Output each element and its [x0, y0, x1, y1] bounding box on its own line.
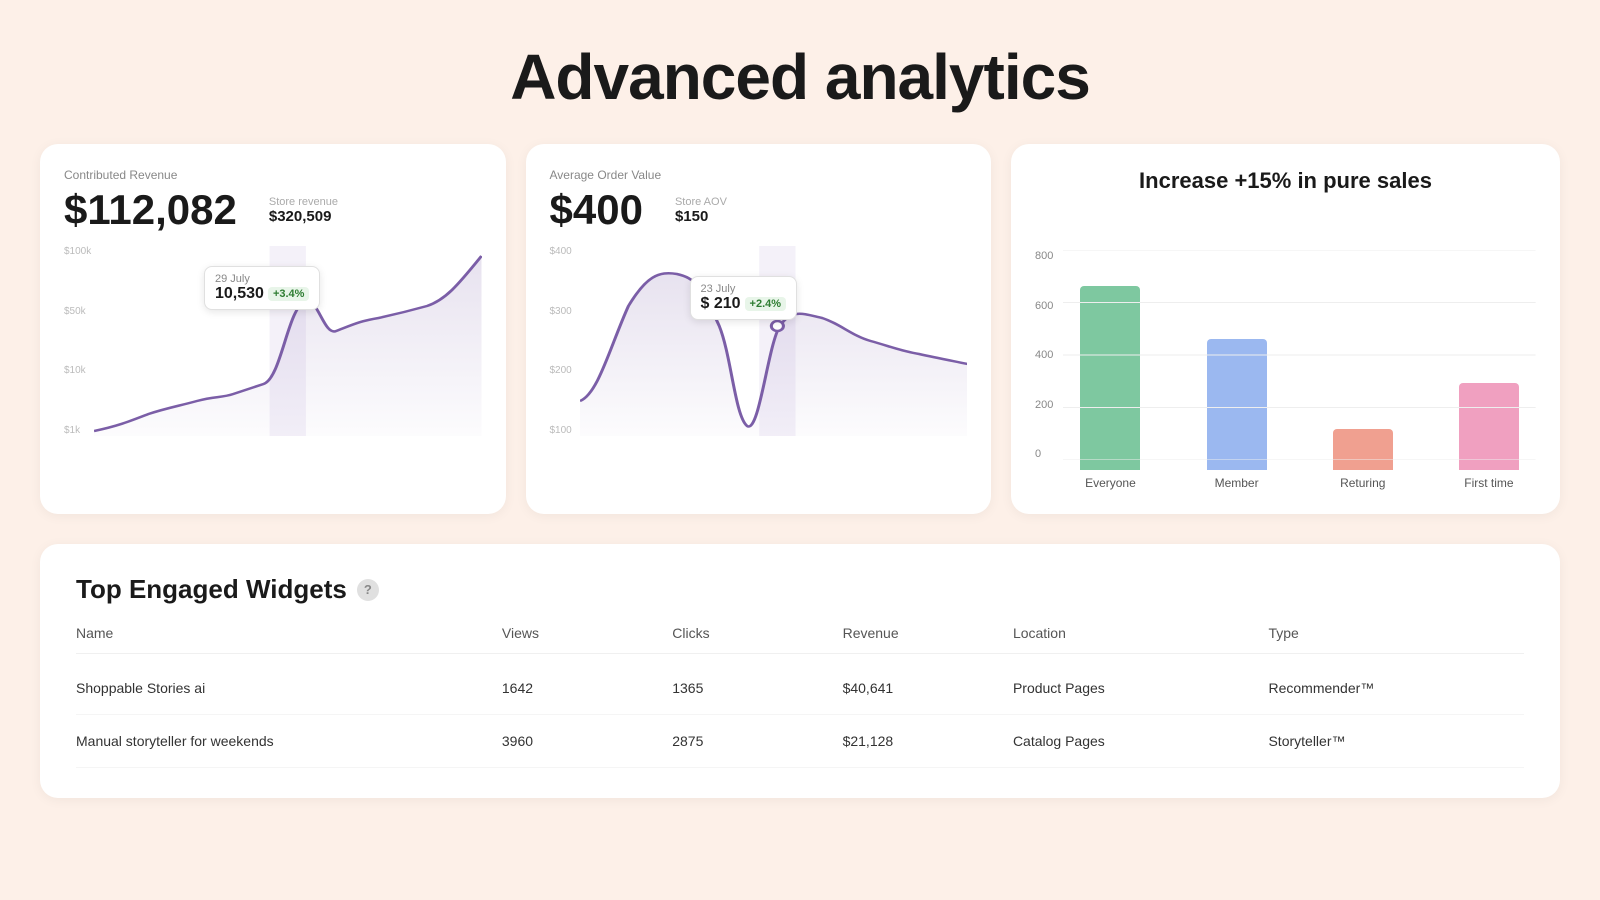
row2-location: Catalog Pages — [1013, 733, 1269, 749]
revenue-main-value: $112,082 — [64, 186, 237, 234]
bar-y-600: 600 — [1035, 300, 1053, 312]
bar-y-800: 800 — [1035, 250, 1053, 262]
row1-location: Product Pages — [1013, 680, 1269, 696]
bar-firsttime-label: First time — [1464, 476, 1513, 490]
y-label-100k: $100k — [64, 246, 91, 257]
col-revenue: Revenue — [843, 625, 1013, 641]
aov-store-label: Store AOV — [675, 196, 727, 208]
aov-store-info: Store AOV $150 — [675, 196, 727, 225]
y-label-50k: $50k — [64, 306, 91, 317]
revenue-tooltip-value: 10,530 — [215, 285, 264, 303]
aov-y-label-400: $400 — [550, 246, 572, 257]
bar-firsttime-bar — [1459, 383, 1519, 470]
y-label-10k: $10k — [64, 365, 91, 376]
revenue-tooltip-date: 29 July — [215, 273, 309, 285]
page-title: Advanced analytics — [0, 0, 1600, 144]
aov-tooltip-value: $ 210 — [701, 295, 741, 313]
aov-chart-dot — [771, 321, 783, 331]
table-row: Shoppable Stories ai 1642 1365 $40,641 P… — [76, 662, 1524, 715]
bar-chart-title: Increase +15% in pure sales — [1035, 168, 1536, 194]
bar-y-400: 400 — [1035, 349, 1053, 361]
bar-member-bar — [1207, 339, 1267, 470]
row1-name: Shoppable Stories ai — [76, 680, 502, 696]
revenue-store-label: Store revenue — [269, 196, 338, 208]
aov-y-label-300: $300 — [550, 306, 572, 317]
bar-everyone: Everyone — [1063, 250, 1157, 490]
revenue-chart-area: $100k $50k $10k $1k — [64, 246, 482, 446]
row1-clicks: 1365 — [672, 680, 842, 696]
aov-card-label: Average Order Value — [550, 168, 968, 182]
table-header: Name Views Clicks Revenue Location Type — [76, 625, 1524, 654]
row2-name: Manual storyteller for weekends — [76, 733, 502, 749]
widget-title-row: Top Engaged Widgets ? — [76, 574, 1524, 605]
bar-everyone-label: Everyone — [1085, 476, 1136, 490]
aov-y-label-200: $200 — [550, 365, 572, 376]
col-clicks: Clicks — [672, 625, 842, 641]
col-views: Views — [502, 625, 672, 641]
y-label-1k: $1k — [64, 425, 91, 436]
revenue-store-info: Store revenue $320,509 — [269, 196, 338, 225]
bar-member: Member — [1190, 250, 1284, 490]
aov-tooltip-badge: +2.4% — [745, 297, 787, 311]
bar-returing-label: Returing — [1340, 476, 1385, 490]
bar-chart-card: Increase +15% in pure sales 0 200 400 60… — [1011, 144, 1560, 514]
revenue-tooltip: 29 July 10,530 +3.4% — [204, 266, 320, 310]
aov-card: Average Order Value $400 Store AOV $150 … — [526, 144, 992, 514]
row1-type: Recommender™ — [1268, 680, 1524, 696]
widgets-table-section: Top Engaged Widgets ? Name Views Clicks … — [40, 544, 1560, 798]
aov-tooltip-date: 23 July — [701, 283, 787, 295]
row1-views: 1642 — [502, 680, 672, 696]
bar-returing-bar — [1333, 429, 1393, 470]
bar-y-0: 0 — [1035, 448, 1053, 460]
bar-firsttime: First time — [1442, 250, 1536, 490]
widget-title: Top Engaged Widgets — [76, 574, 347, 605]
col-type: Type — [1268, 625, 1524, 641]
bar-returing: Returing — [1316, 250, 1410, 490]
aov-line-chart — [580, 246, 968, 436]
row1-revenue: $40,641 — [843, 680, 1013, 696]
table-row: Manual storyteller for weekends 3960 287… — [76, 715, 1524, 768]
col-name: Name — [76, 625, 502, 641]
row2-views: 3960 — [502, 733, 672, 749]
row2-revenue: $21,128 — [843, 733, 1013, 749]
row2-clicks: 2875 — [672, 733, 842, 749]
revenue-card-label: Contributed Revenue — [64, 168, 482, 182]
aov-chart-area: $400 $300 $200 $100 23 July — [550, 246, 968, 446]
bar-everyone-bar — [1080, 286, 1140, 470]
aov-store-value: $150 — [675, 208, 727, 225]
row2-type: Storyteller™ — [1268, 733, 1524, 749]
aov-main-value: $400 — [550, 186, 643, 234]
aov-tooltip: 23 July $ 210 +2.4% — [690, 276, 798, 320]
revenue-card: Contributed Revenue $112,082 Store reven… — [40, 144, 506, 514]
col-location: Location — [1013, 625, 1269, 641]
bar-y-200: 200 — [1035, 399, 1053, 411]
top-cards-row: Contributed Revenue $112,082 Store reven… — [0, 144, 1600, 514]
revenue-tooltip-badge: +3.4% — [268, 287, 310, 301]
help-icon[interactable]: ? — [357, 579, 379, 601]
bar-member-label: Member — [1215, 476, 1259, 490]
revenue-store-value: $320,509 — [269, 208, 338, 225]
aov-y-label-100: $100 — [550, 425, 572, 436]
